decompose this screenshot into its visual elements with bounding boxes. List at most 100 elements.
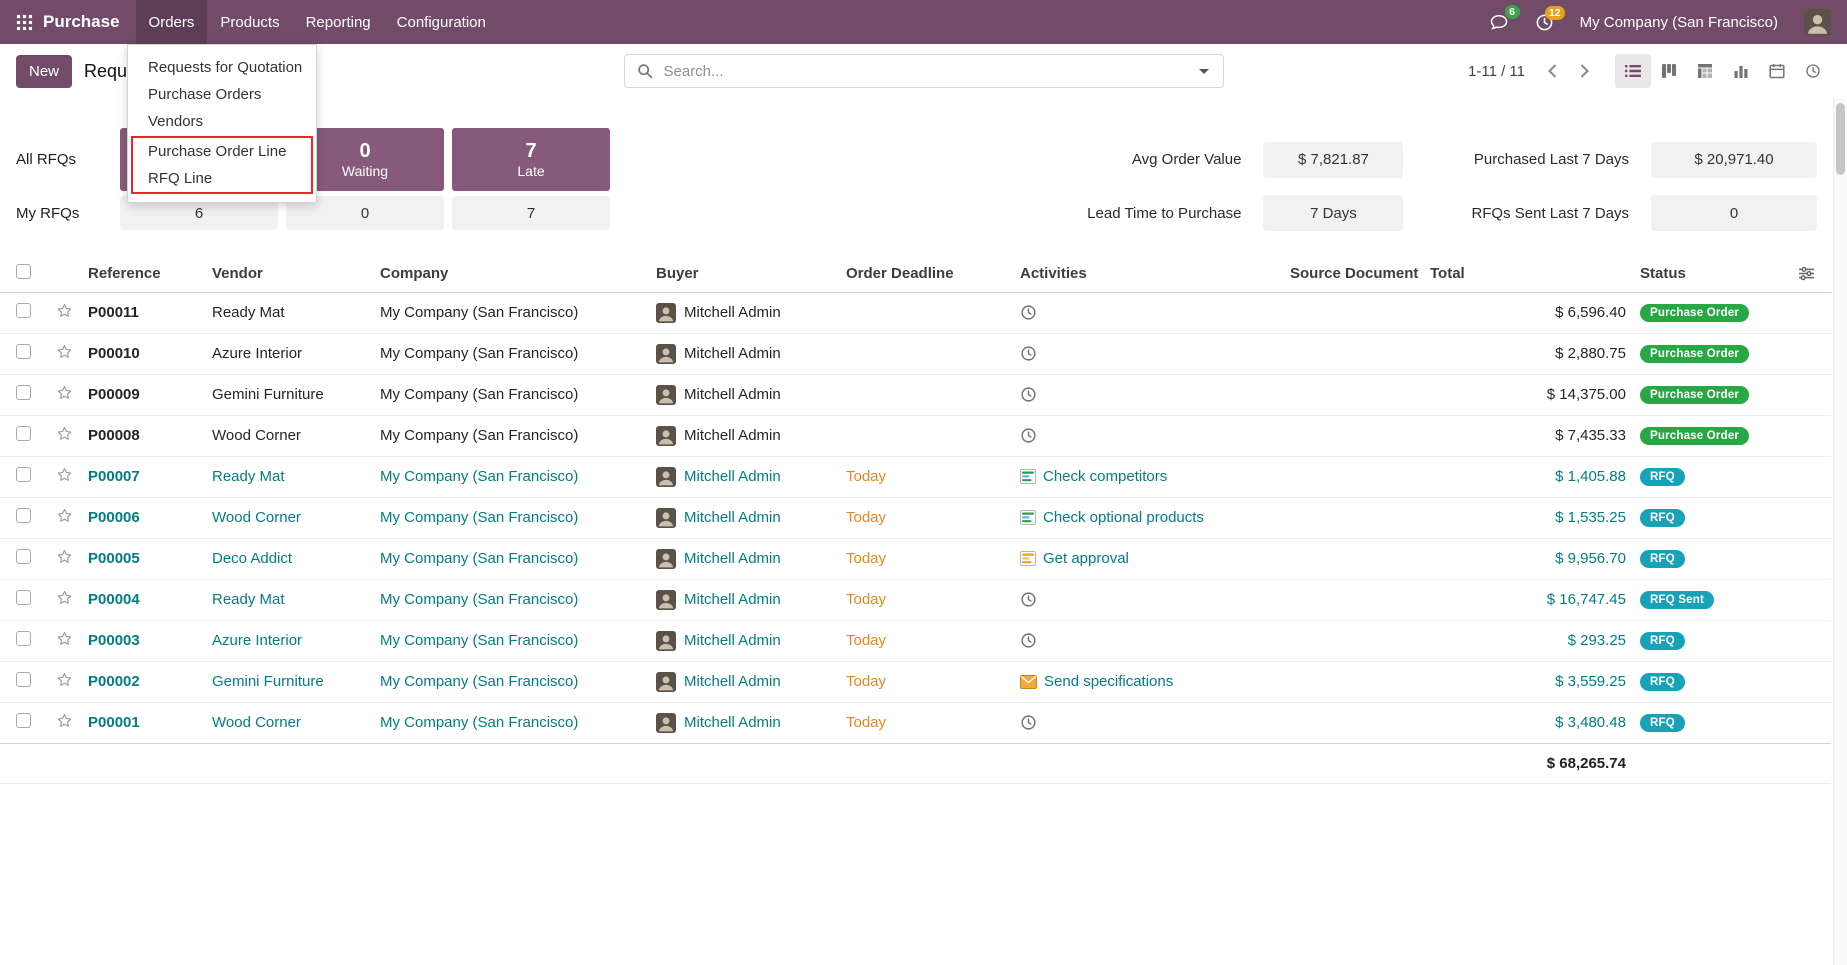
activity-cell[interactable] [1016,292,1286,333]
row-checkbox-cell[interactable] [0,292,44,333]
table-row[interactable]: P00009Gemini FurnitureMy Company (San Fr… [0,374,1831,415]
column-header-order-deadline[interactable]: Order Deadline [842,256,1016,292]
row-checkbox[interactable] [16,549,31,564]
row-checkbox-cell[interactable] [0,456,44,497]
clock-icon[interactable] [1020,427,1037,444]
row-checkbox[interactable] [16,590,31,605]
pager-previous-button[interactable] [1539,56,1565,86]
table-row[interactable]: P00008Wood CornerMy Company (San Francis… [0,415,1831,456]
column-header-activities[interactable]: Activities [1016,256,1286,292]
activity-cell[interactable] [1016,620,1286,661]
table-row[interactable]: P00011Ready MatMy Company (San Francisco… [0,292,1831,333]
row-checkbox[interactable] [16,508,31,523]
envelope-icon[interactable] [1020,675,1037,689]
column-header-source-document[interactable]: Source Document [1286,256,1426,292]
column-header-buyer[interactable]: Buyer [652,256,842,292]
activity-cell[interactable]: Check competitors [1016,456,1286,497]
column-header-company[interactable]: Company [376,256,652,292]
row-checkbox[interactable] [16,426,31,441]
messages-icon[interactable]: 6 [1489,12,1509,32]
activity-link[interactable]: Check optional products [1043,509,1204,526]
column-header-vendor[interactable]: Vendor [208,256,376,292]
list-view-icon[interactable] [1615,54,1651,88]
row-checkbox-cell[interactable] [0,415,44,456]
activity-view-icon[interactable] [1795,54,1831,88]
favorite-star-icon[interactable] [44,333,84,374]
activity-cell[interactable]: Check optional products [1016,497,1286,538]
table-row[interactable]: P00003Azure InteriorMy Company (San Fran… [0,620,1831,661]
table-row[interactable]: P00001Wood CornerMy Company (San Francis… [0,702,1831,743]
row-checkbox-cell[interactable] [0,702,44,743]
select-all-checkbox[interactable] [16,264,31,279]
favorite-star-icon[interactable] [44,620,84,661]
row-checkbox[interactable] [16,467,31,482]
activity-cell[interactable] [1016,702,1286,743]
list-green-icon[interactable] [1020,469,1036,484]
activity-cell[interactable] [1016,415,1286,456]
menu-item-purchase-orders[interactable]: Purchase Orders [128,81,316,108]
nav-menu-products[interactable]: Products [207,0,292,44]
vertical-scrollbar[interactable] [1833,98,1847,965]
user-avatar[interactable] [1804,9,1831,36]
activity-cell[interactable]: Get approval [1016,538,1286,579]
pivot-view-icon[interactable] [1687,54,1723,88]
column-header-total[interactable]: Total [1426,256,1636,292]
column-header-reference[interactable]: Reference [84,256,208,292]
clock-icon[interactable] [1020,345,1037,362]
search-input[interactable] [662,62,1193,81]
row-checkbox-cell[interactable] [0,661,44,702]
menu-item-rfq-line[interactable]: RFQ Line [133,165,311,192]
app-brand[interactable]: Purchase [43,12,120,32]
activity-cell[interactable] [1016,374,1286,415]
row-checkbox-cell[interactable] [0,579,44,620]
favorite-star-icon[interactable] [44,456,84,497]
activity-cell[interactable] [1016,579,1286,620]
clock-icon[interactable] [1020,591,1037,608]
table-row[interactable]: P00002Gemini FurnitureMy Company (San Fr… [0,661,1831,702]
activity-cell[interactable] [1016,333,1286,374]
search-dropdown-toggle-icon[interactable] [1199,69,1209,74]
row-checkbox[interactable] [16,672,31,687]
clock-icon[interactable] [1020,304,1037,321]
nav-menu-reporting[interactable]: Reporting [293,0,384,44]
favorite-star-icon[interactable] [44,579,84,620]
table-row[interactable]: P00005Deco AddictMy Company (San Francis… [0,538,1831,579]
favorite-star-icon[interactable] [44,538,84,579]
apps-menu-icon[interactable] [16,14,33,31]
clock-icon[interactable] [1020,386,1037,403]
row-checkbox[interactable] [16,713,31,728]
nav-menu-configuration[interactable]: Configuration [384,0,499,44]
scrollbar-thumb[interactable] [1836,103,1845,175]
clock-icon[interactable] [1020,714,1037,731]
favorite-star-icon[interactable] [44,702,84,743]
favorite-star-icon[interactable] [44,292,84,333]
row-checkbox-cell[interactable] [0,497,44,538]
menu-item-vendors[interactable]: Vendors [128,108,316,135]
dashboard-tile-late[interactable]: 7 Late [452,128,610,191]
row-checkbox[interactable] [16,631,31,646]
menu-item-purchase-order-line[interactable]: Purchase Order Line [133,138,311,165]
list-green-icon[interactable] [1020,510,1036,525]
table-row[interactable]: P00007Ready MatMy Company (San Francisco… [0,456,1831,497]
list-orange-icon[interactable] [1020,551,1036,566]
row-checkbox-cell[interactable] [0,374,44,415]
favorite-star-icon[interactable] [44,374,84,415]
row-checkbox-cell[interactable] [0,620,44,661]
table-row[interactable]: P00006Wood CornerMy Company (San Francis… [0,497,1831,538]
activities-icon[interactable]: 12 [1535,13,1554,32]
menu-item-requests-for-quotation[interactable]: Requests for Quotation [128,54,316,81]
row-checkbox-cell[interactable] [0,333,44,374]
row-checkbox[interactable] [16,385,31,400]
activity-link[interactable]: Get approval [1043,550,1129,567]
graph-view-icon[interactable] [1723,54,1759,88]
row-checkbox[interactable] [16,303,31,318]
row-checkbox[interactable] [16,344,31,359]
clock-icon[interactable] [1020,632,1037,649]
row-checkbox-cell[interactable] [0,538,44,579]
my-rfqs-value-late[interactable]: 7 [452,196,610,230]
activity-link[interactable]: Send specifications [1044,673,1173,690]
activity-cell[interactable]: Send specifications [1016,661,1286,702]
favorite-star-icon[interactable] [44,661,84,702]
pager-next-button[interactable] [1571,56,1597,86]
column-header-status[interactable]: Status [1640,265,1686,282]
